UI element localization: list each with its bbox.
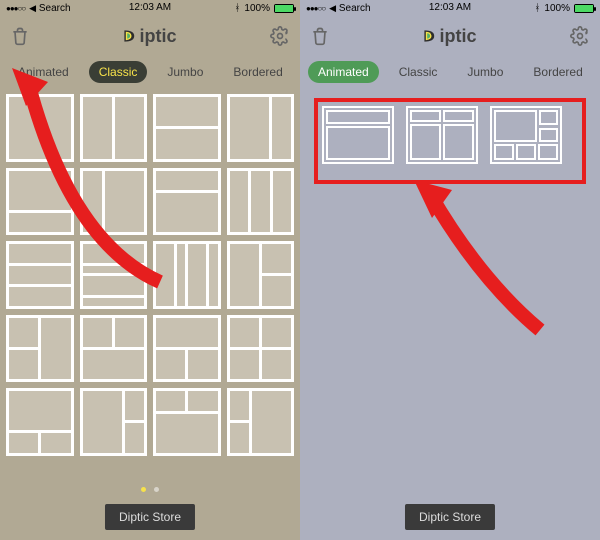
back-to-label: ◀︎ Search	[329, 3, 370, 14]
animated-templates	[314, 98, 586, 172]
layout-grid	[0, 88, 300, 456]
app-title: iptic	[0, 26, 300, 47]
battery-icon	[574, 4, 594, 13]
layout-template[interactable]	[490, 106, 562, 164]
layout-template[interactable]	[80, 388, 148, 456]
layout-template[interactable]	[6, 94, 74, 162]
annotation-arrow-icon	[410, 170, 550, 340]
battery-icon	[274, 4, 294, 13]
back-to-label: ◀︎ Search	[29, 3, 70, 14]
tab-animated[interactable]: Animated	[308, 61, 379, 83]
status-bar: ●●●○○ ◀︎ Search 12:03 AM ᚼ 100%	[300, 0, 600, 16]
layout-template[interactable]	[80, 94, 148, 162]
tab-jumbo[interactable]: Jumbo	[157, 61, 213, 83]
category-tabs: Animated Classic Jumbo Bordered Fancy Fr	[0, 56, 300, 88]
signal-dots: ●●●○○	[306, 3, 325, 14]
layout-template[interactable]	[80, 168, 148, 236]
layout-template[interactable]	[153, 94, 221, 162]
app-title: iptic	[300, 26, 600, 47]
page-indicator	[0, 487, 300, 492]
tab-bordered[interactable]: Bordered	[523, 61, 592, 83]
diptic-store-button[interactable]: Diptic Store	[105, 504, 195, 530]
layout-template[interactable]	[80, 241, 148, 309]
battery-percent: 100%	[244, 3, 270, 14]
tab-jumbo[interactable]: Jumbo	[457, 61, 513, 83]
bluetooth-icon: ᚼ	[234, 3, 240, 14]
signal-dots: ●●●○○	[6, 3, 25, 14]
layout-template[interactable]	[227, 241, 295, 309]
layout-template[interactable]	[153, 315, 221, 383]
bluetooth-icon: ᚼ	[534, 3, 540, 14]
battery-percent: 100%	[544, 3, 570, 14]
logo-d-icon	[123, 27, 137, 41]
logo-d-icon	[423, 27, 437, 41]
layout-template[interactable]	[153, 241, 221, 309]
screenshot-classic: ●●●○○ ◀︎ Search 12:03 AM ᚼ 100% iptic An…	[0, 0, 300, 540]
tab-animated[interactable]: Animated	[8, 61, 79, 83]
status-bar: ●●●○○ ◀︎ Search 12:03 AM ᚼ 100%	[0, 0, 300, 16]
layout-template[interactable]	[322, 106, 394, 164]
layout-template[interactable]	[6, 168, 74, 236]
layout-template[interactable]	[6, 241, 74, 309]
layout-template[interactable]	[406, 106, 478, 164]
layout-template[interactable]	[227, 94, 295, 162]
tab-classic[interactable]: Classic	[89, 61, 148, 83]
layout-template[interactable]	[6, 315, 74, 383]
layout-template[interactable]	[227, 315, 295, 383]
tab-bordered[interactable]: Bordered	[223, 61, 292, 83]
screenshot-animated: ●●●○○ ◀︎ Search 12:03 AM ᚼ 100% iptic An…	[300, 0, 600, 540]
diptic-store-button[interactable]: Diptic Store	[405, 504, 495, 530]
layout-template[interactable]	[153, 388, 221, 456]
nav-bar: iptic	[0, 16, 300, 56]
category-tabs: Animated Classic Jumbo Bordered Fancy Fr	[300, 56, 600, 88]
layout-template[interactable]	[227, 388, 295, 456]
layout-template[interactable]	[6, 388, 74, 456]
layout-template[interactable]	[227, 168, 295, 236]
tab-classic[interactable]: Classic	[389, 61, 448, 83]
nav-bar: iptic	[300, 16, 600, 56]
layout-template[interactable]	[80, 315, 148, 383]
layout-template[interactable]	[153, 168, 221, 236]
